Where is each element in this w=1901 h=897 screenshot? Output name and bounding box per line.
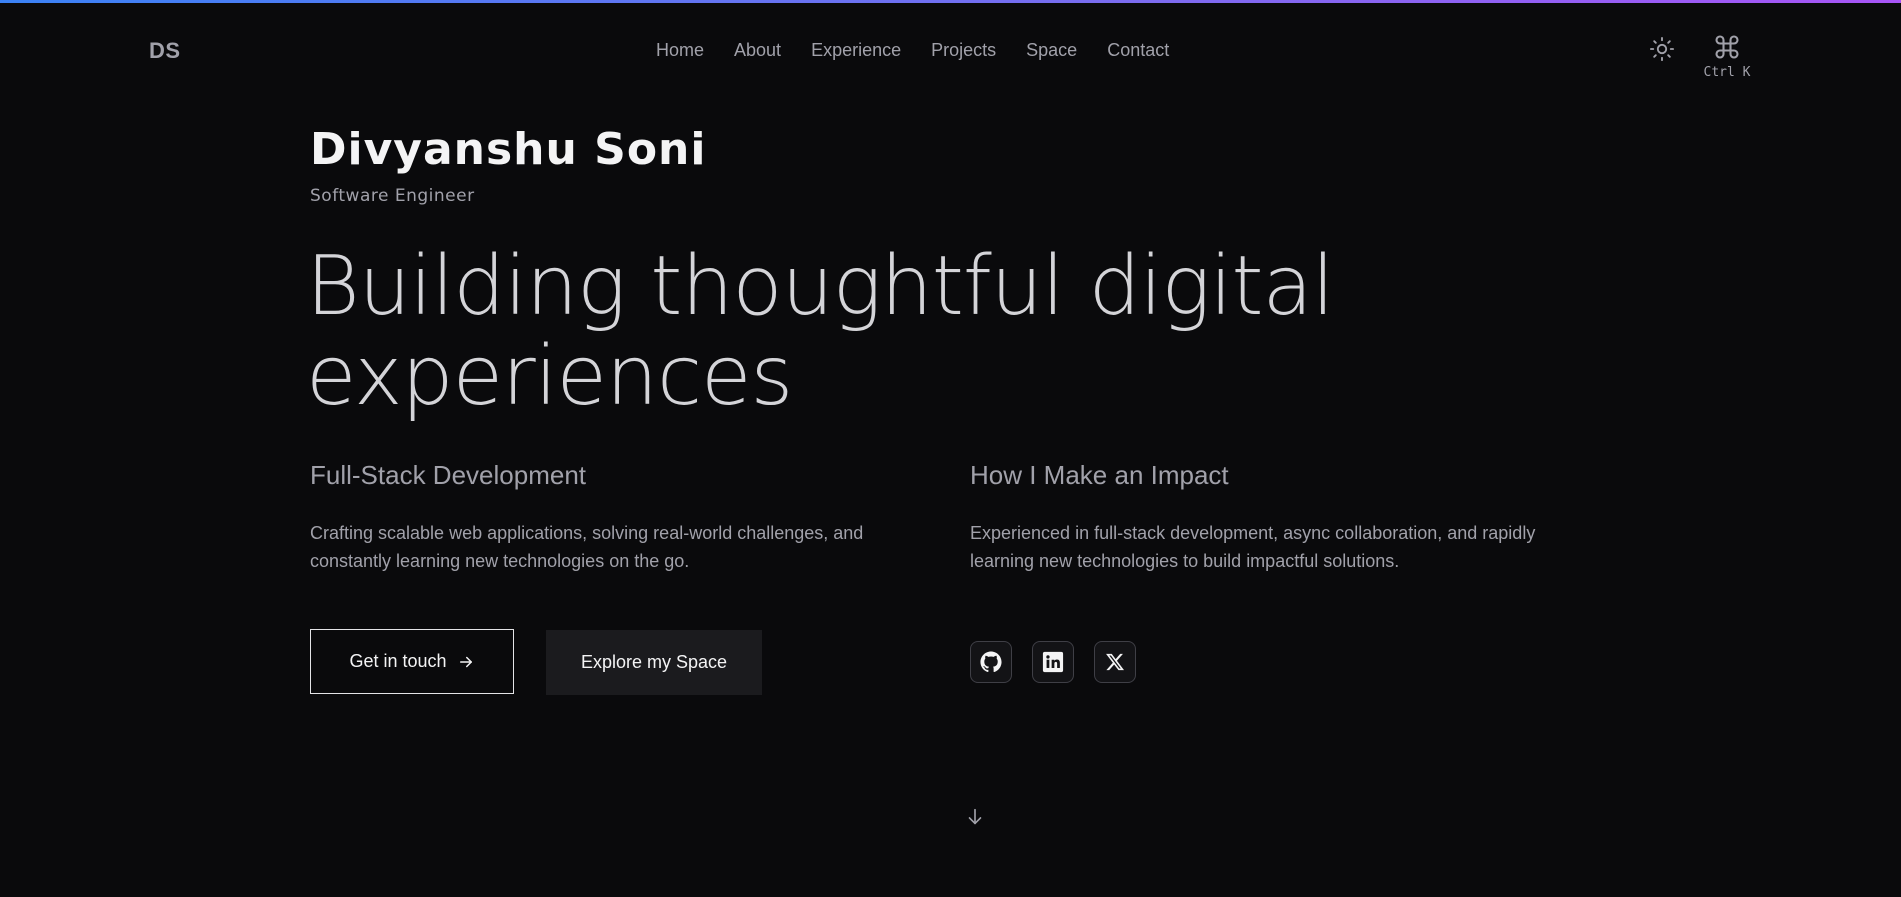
sun-icon [1649,36,1675,62]
impact-description: Experienced in full-stack development, a… [970,523,1536,571]
explore-space-label: Explore my Space [580,652,728,672]
nav-about[interactable]: About [734,40,781,61]
nav-home[interactable]: Home [656,40,704,61]
arrow-down-icon [968,808,982,825]
x-link[interactable] [1094,641,1136,683]
hero-role: Software Engineer [310,186,475,206]
main-nav: Home About Experience Projects Space Con… [656,40,1169,61]
linkedin-icon [1042,651,1064,673]
scroll-down-button[interactable] [964,805,986,829]
get-in-touch-label: Get in touch [349,651,447,671]
site-logo[interactable]: DS [149,38,181,64]
fullstack-section: Full-Stack Development Crafting scalable… [310,460,950,575]
fullstack-description: Crafting scalable web applications, solv… [310,523,864,571]
command-icon [1715,35,1739,59]
command-shortcut-label: Ctrl K [1703,65,1751,80]
hero-headline: Building thoughtful digital experiences [306,242,1406,422]
nav-projects[interactable]: Projects [931,40,996,61]
theme-toggle-button[interactable] [1648,35,1676,63]
linkedin-link[interactable] [1032,641,1074,683]
headline-line-1: Building thoughtful digital [306,239,1335,334]
impact-title: How I Make an Impact [970,460,1229,490]
arrow-right-icon [459,656,472,667]
github-icon [980,651,1002,673]
nav-contact[interactable]: Contact [1107,40,1169,61]
nav-experience[interactable]: Experience [811,40,901,61]
command-palette-button[interactable]: Ctrl K [1700,33,1754,80]
github-link[interactable] [970,641,1012,683]
impact-section: How I Make an Impact Experienced in full… [970,460,1610,575]
hero-name: Divyanshu Soni [310,124,707,175]
explore-space-button[interactable]: Explore my Space [546,630,762,695]
top-accent-bar [0,0,1901,3]
nav-space[interactable]: Space [1026,40,1077,61]
fullstack-title: Full-Stack Development [310,460,586,490]
social-links [970,641,1136,683]
get-in-touch-button[interactable]: Get in touch [310,629,514,694]
x-icon [1106,653,1125,671]
headline-line-2: experiences [306,329,793,424]
